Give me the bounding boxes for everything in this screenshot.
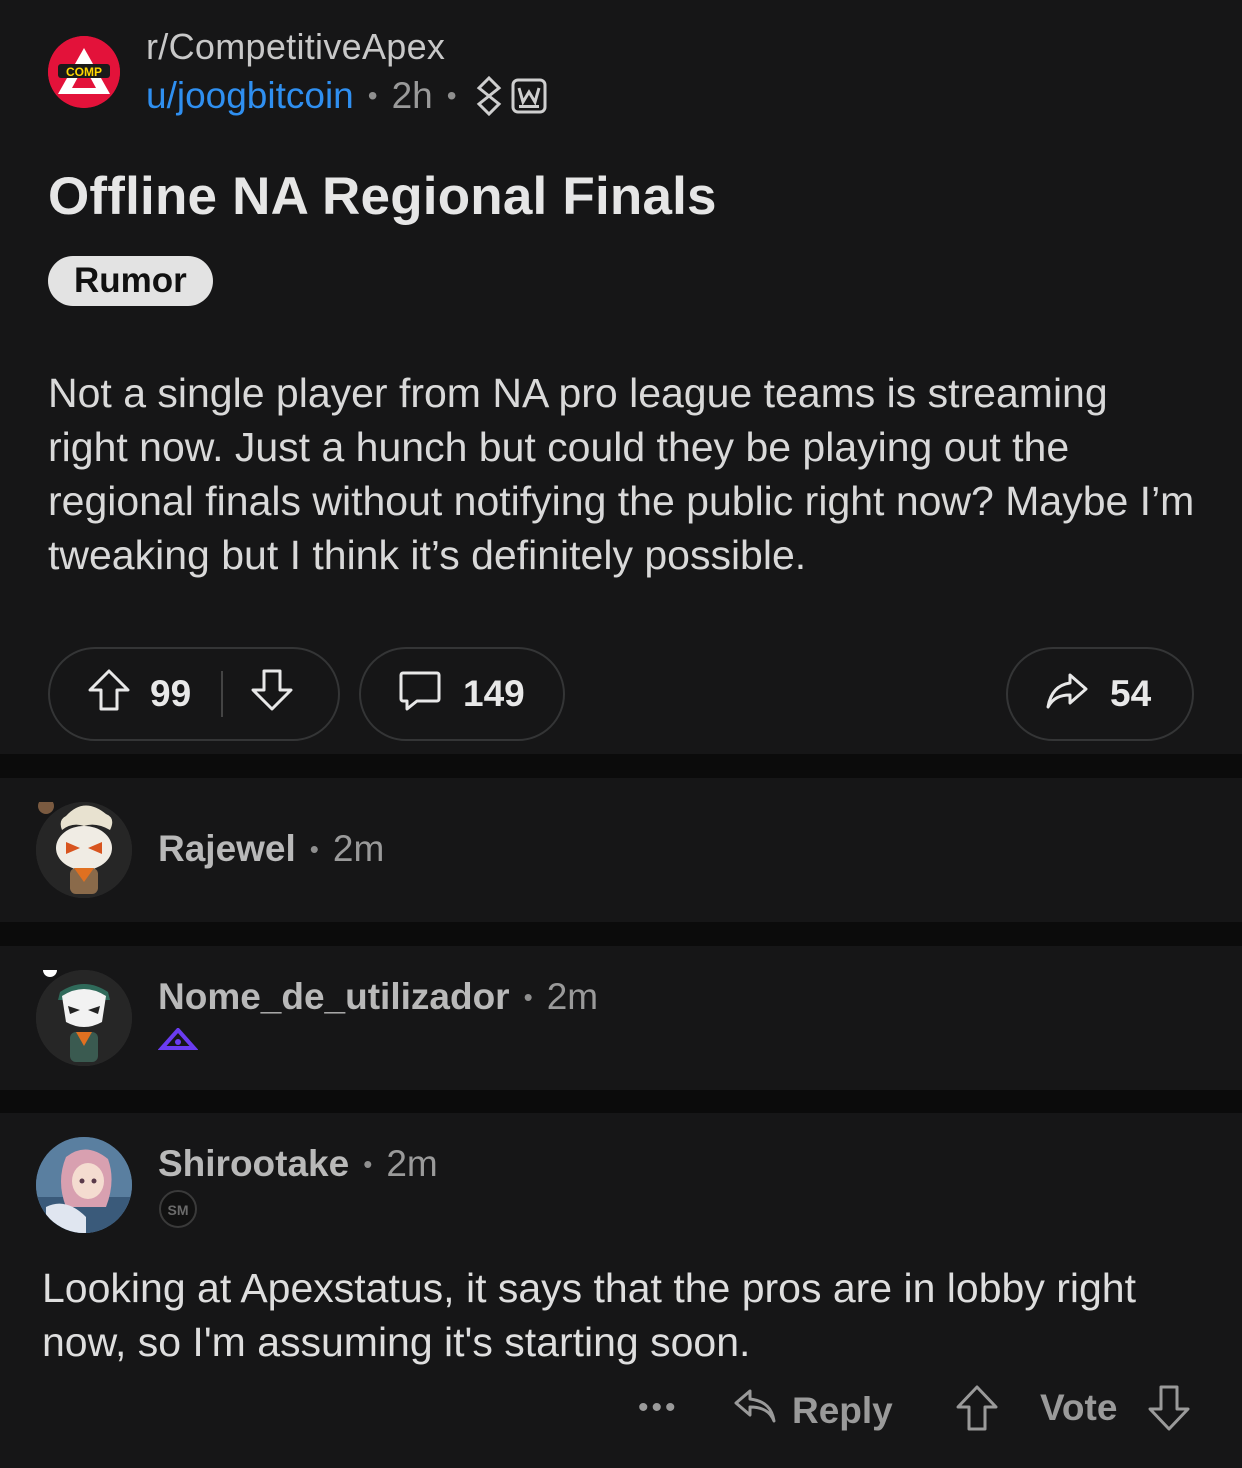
post-title[interactable]: Offline NA Regional Finals xyxy=(48,166,717,227)
author-link[interactable]: u/joogbitcoin xyxy=(146,75,354,117)
vote-bar: 99 xyxy=(48,647,340,741)
user-avatar[interactable] xyxy=(36,963,132,1066)
comment-item: Rajewel • 2m xyxy=(0,778,1242,922)
comment-header: Shirootake • 2m xyxy=(158,1143,438,1185)
post-flair[interactable]: Rumor xyxy=(48,256,213,306)
vote-divider xyxy=(221,671,224,717)
comment-bubble-icon xyxy=(397,667,443,722)
meta-separator: • xyxy=(363,1148,373,1179)
vote-count: 99 xyxy=(150,673,192,714)
vote-label: Vote xyxy=(1040,1387,1118,1428)
comment-header: Nome_de_utilizador • 2m xyxy=(158,976,598,1018)
meta-separator: • xyxy=(309,833,319,864)
share-button[interactable]: 54 xyxy=(1006,647,1194,741)
comment-age: 2m xyxy=(386,1143,438,1184)
user-avatar[interactable] xyxy=(36,798,132,898)
meta-separator: • xyxy=(446,80,457,111)
share-count: 54 xyxy=(1110,673,1152,714)
post-meta: u/joogbitcoin • 2h • xyxy=(146,74,547,118)
reply-button[interactable]: Reply xyxy=(732,1383,893,1438)
comment-author[interactable]: Nome_de_utilizador xyxy=(158,976,510,1018)
user-avatar[interactable] xyxy=(36,1137,132,1233)
link-chain-icon xyxy=(475,76,503,116)
upvote-icon[interactable] xyxy=(954,1383,1000,1438)
comment-body: Looking at Apexstatus, it says that the … xyxy=(42,1265,1136,1365)
comment-header: Rajewel • 2m xyxy=(158,828,384,870)
post-card: COMP r/CompetitiveApex u/joogbitcoin • 2… xyxy=(0,0,1242,754)
more-options-button[interactable]: ••• xyxy=(638,1391,679,1425)
downvote-icon[interactable] xyxy=(249,667,295,722)
reply-label: Reply xyxy=(792,1389,893,1431)
reply-arrow-icon xyxy=(732,1383,778,1438)
comment-item: Nome_de_utilizador • 2m xyxy=(0,946,1242,1090)
comment-author[interactable]: Shirootake xyxy=(158,1143,349,1185)
comment-age: 2m xyxy=(546,976,599,1017)
meta-separator: • xyxy=(523,981,533,1012)
share-arrow-icon xyxy=(1044,667,1090,722)
team-logo-purple-icon xyxy=(157,1026,199,1057)
comment-item: Shirootake • 2m SM Looking at Apexstatus… xyxy=(0,1113,1242,1468)
comment-actions: ••• Reply Vote xyxy=(0,1381,1242,1441)
post-age: 2h xyxy=(391,75,433,116)
post-body: Not a single player from NA pro league t… xyxy=(48,370,1195,578)
svg-text:SM: SM xyxy=(168,1202,189,1218)
comments-button[interactable]: 149 xyxy=(359,647,565,741)
upvote-icon[interactable] xyxy=(86,667,132,722)
w-award-icon xyxy=(511,78,547,114)
comment-count: 149 xyxy=(463,673,525,714)
tsm-logo-icon: SM xyxy=(158,1189,198,1234)
comment-author[interactable]: Rajewel xyxy=(158,828,296,870)
comment-age: 2m xyxy=(332,828,385,869)
downvote-icon[interactable] xyxy=(1146,1383,1192,1438)
subreddit-icon[interactable]: COMP xyxy=(48,36,120,108)
meta-separator: • xyxy=(367,80,378,111)
subreddit-icon-text: COMP xyxy=(66,65,102,79)
subreddit-name[interactable]: r/CompetitiveApex xyxy=(146,26,445,68)
